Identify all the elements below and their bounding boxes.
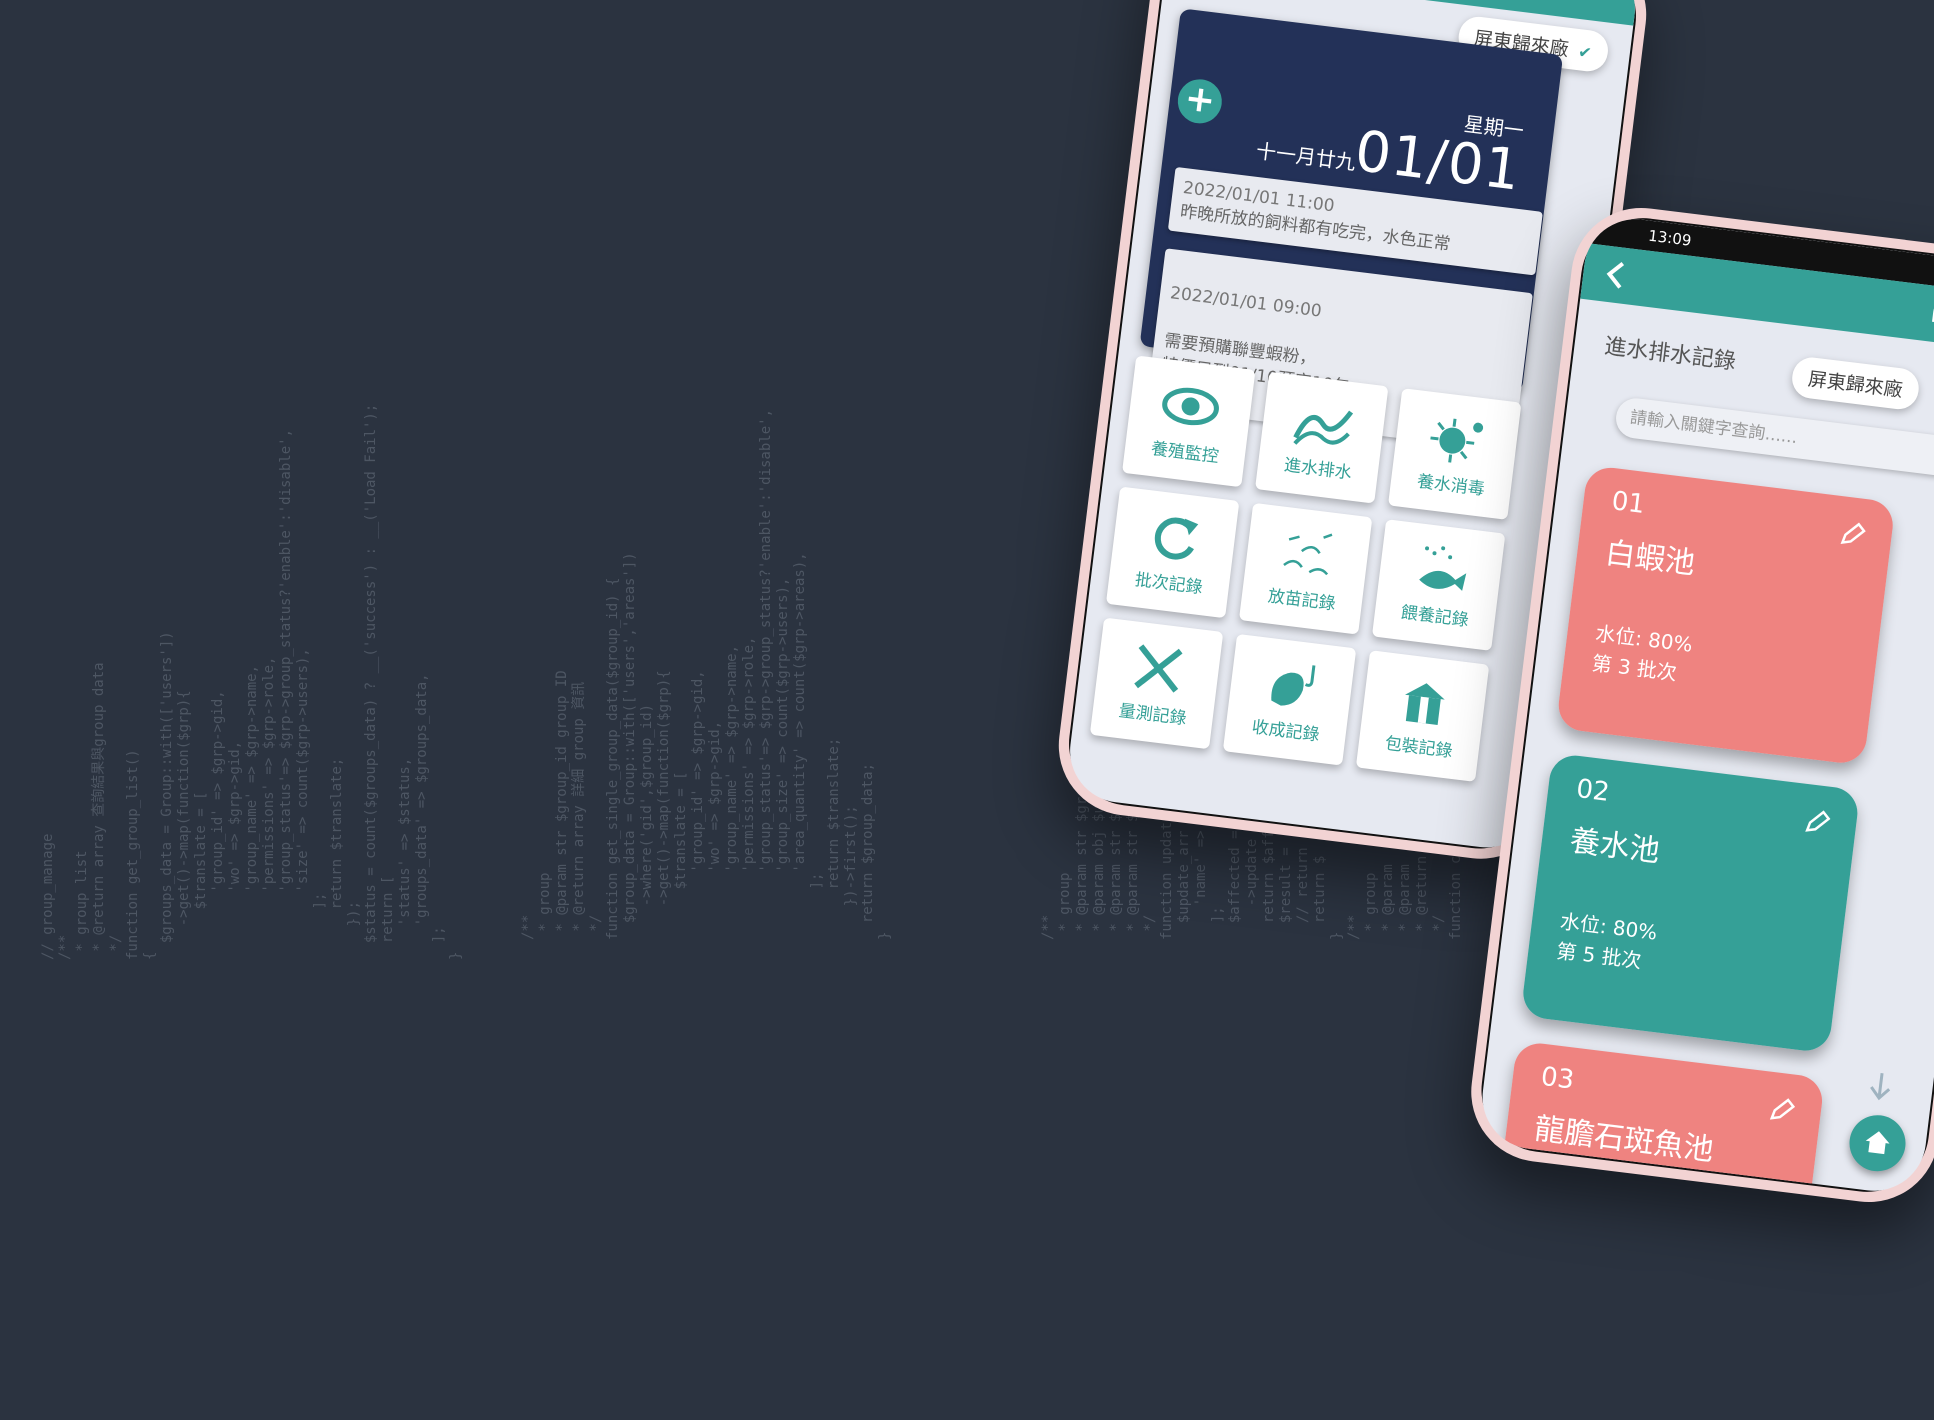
menu-tile-fry[interactable]: 放苗記錄 xyxy=(1238,502,1373,635)
caliper-icon xyxy=(1134,643,1183,693)
factory-select[interactable]: 屏東歸來廠 xyxy=(1789,355,1921,412)
pond-number: 02 xyxy=(1574,773,1612,808)
back-icon[interactable] xyxy=(1604,260,1627,290)
calendar-panel: + 星期一 十一月廿九 01/01 2022/01/01 11:00 昨晚所放的… xyxy=(1139,8,1564,453)
wave-icon xyxy=(1293,410,1354,445)
pond-card[interactable]: 03 龍膽石斑魚池 xyxy=(1485,1040,1826,1197)
menu-tile-label: 養殖監控 xyxy=(1149,438,1220,467)
package-icon xyxy=(1405,682,1445,725)
virus-icon xyxy=(1430,418,1484,463)
pond-number: 01 xyxy=(1609,486,1647,520)
page-title: 進水排水記錄 xyxy=(1603,334,1738,375)
fish-feed-icon xyxy=(1419,545,1467,591)
menu-tile-package[interactable]: 包裝記錄 xyxy=(1355,650,1490,782)
menu-tile-feed[interactable]: 餵養記錄 xyxy=(1371,519,1506,651)
pond-card[interactable]: 02 養水池 水位: 80% 第 5 批次 xyxy=(1520,752,1861,1054)
pond-card[interactable]: 01 白蝦池 水位: 80% 第 3 批次 xyxy=(1555,464,1896,766)
pond-number: 03 xyxy=(1539,1061,1576,1096)
code-text-block: // group_manage /** * group list * @retu… xyxy=(40,403,464,960)
pond-card-fill xyxy=(1520,752,1861,1054)
home-icon xyxy=(1865,1131,1890,1155)
fry-icon xyxy=(1283,532,1333,575)
menu-tile-harvest[interactable]: 收成記錄 xyxy=(1222,633,1357,766)
menu-tile-label: 包裝記錄 xyxy=(1383,733,1454,762)
menu-tile-label: 養水消毒 xyxy=(1415,471,1486,500)
edit-icon[interactable] xyxy=(1767,1096,1796,1125)
status-time: 13:09 xyxy=(1647,226,1693,250)
menu-tile-label: 批次記錄 xyxy=(1133,569,1204,598)
chevron-down-icon: ✔ xyxy=(1577,42,1593,63)
pond-card-fill xyxy=(1555,464,1896,766)
menu-tile-monitor[interactable]: 養殖監控 xyxy=(1121,355,1256,488)
eye-icon xyxy=(1162,387,1220,425)
edit-icon[interactable] xyxy=(1803,808,1832,837)
feature-menu-grid: 養殖監控 進水排水 養水消毒 批次記錄 放苗記錄 餵養記錄 量測記錄 收成記錄 … xyxy=(1089,355,1534,783)
home-button[interactable] xyxy=(1846,1111,1909,1175)
menu-tile-label: 量測記錄 xyxy=(1117,700,1188,729)
arrow-down-icon[interactable] xyxy=(1867,1070,1894,1103)
menu-tile-label: 放苗記錄 xyxy=(1266,585,1337,615)
menu-tile-label: 進水排水 xyxy=(1282,454,1353,484)
search-input[interactable]: 請輸入關鍵字查詢...... xyxy=(1613,396,1934,478)
factory-select-value: 屏東歸來廠 xyxy=(1806,368,1904,402)
lunar-date: 十一月廿九 xyxy=(1254,138,1357,175)
add-note-button[interactable]: + xyxy=(1175,76,1225,126)
bell-icon[interactable] xyxy=(1925,297,1934,332)
menu-tile-label: 收成記錄 xyxy=(1250,716,1321,746)
code-text-block: /** * group * @param str $group_id group… xyxy=(520,408,893,940)
menu-tile-measure[interactable]: 量測記錄 xyxy=(1089,617,1224,750)
menu-tile-disinfect[interactable]: 養水消毒 xyxy=(1387,388,1522,520)
edit-icon[interactable] xyxy=(1838,520,1867,549)
menu-tile-label: 餵養記錄 xyxy=(1399,602,1470,631)
menu-tile-water[interactable]: 進水排水 xyxy=(1254,371,1389,504)
menu-tile-batch[interactable]: 批次記錄 xyxy=(1105,486,1240,619)
catch-icon xyxy=(1271,664,1316,706)
cycle-icon xyxy=(1154,517,1199,560)
